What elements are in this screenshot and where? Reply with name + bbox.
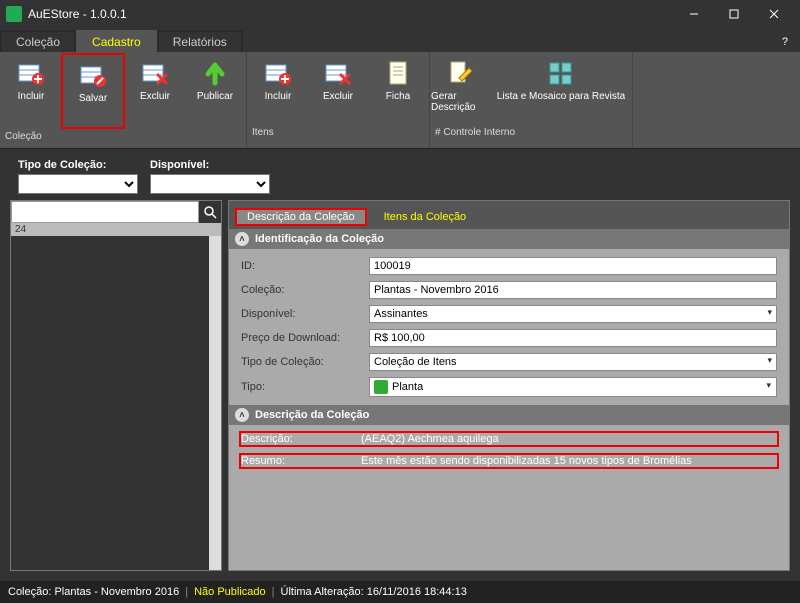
ribbon-incluir-button[interactable]: Incluir (1, 53, 61, 125)
descricao-row: Descrição: (AEAQ2) Aechmea aquilega (239, 431, 779, 447)
ribbon-button-label: Ficha (386, 91, 410, 102)
status-colecao: Coleção: Plantas - Novembro 2016 (8, 586, 179, 598)
close-button[interactable] (754, 0, 794, 28)
app-icon (6, 6, 22, 22)
ribbon-button-label: Salvar (79, 93, 107, 104)
table-x-icon (140, 59, 170, 87)
ribbon-button-label: Incluir (18, 91, 45, 102)
id-form: ID: Coleção: Disponível: Preço de Downlo… (229, 249, 789, 405)
ribbon-button-label: Excluir (140, 91, 170, 102)
ribbon-incluir-button[interactable]: Incluir (248, 53, 308, 125)
ribbon-group-label: Itens (247, 126, 429, 144)
page-icon (383, 59, 413, 87)
input-descricao[interactable]: (AEAQ2) Aechmea aquilega (361, 433, 777, 445)
result-count: 24 (11, 223, 221, 236)
select-tipo[interactable]: Planta (392, 381, 423, 393)
menu-tab-cadastro[interactable]: Cadastro (76, 30, 157, 52)
mosaic-icon (546, 59, 576, 87)
filter-disponivel-select[interactable] (150, 174, 270, 194)
chevron-up-icon: ˄ (235, 408, 249, 422)
menu-tab-bar: ColeçãoCadastroRelatórios ? (0, 28, 800, 52)
ribbon-ficha-button[interactable]: Ficha (368, 53, 428, 125)
ribbon-lista-e-mosaico-para-revista-button[interactable]: Lista e Mosaico para Revista (491, 53, 631, 125)
label-id: ID: (241, 260, 361, 272)
detail-panel: Descrição da ColeçãoItens da Coleção ˄ I… (228, 200, 790, 571)
plant-icon (374, 380, 388, 394)
label-descricao: Descrição: (241, 433, 361, 445)
filter-disponivel-label: Disponível: (150, 159, 270, 171)
ribbon-button-label: Incluir (265, 91, 292, 102)
section-header-desc[interactable]: ˄ Descrição da Coleção (229, 405, 789, 425)
status-bar: Coleção: Plantas - Novembro 2016 | Não P… (0, 581, 800, 603)
table-plus-icon (263, 59, 293, 87)
table-edit-icon (78, 61, 108, 89)
input-colecao[interactable] (369, 281, 777, 299)
section-header-id[interactable]: ˄ Identificação da Coleção (229, 229, 789, 249)
resumo-row: Resumo: Este mês estão sendo disponibili… (239, 453, 779, 469)
ribbon-publicar-button[interactable]: Publicar (185, 53, 245, 125)
search-input[interactable] (11, 201, 199, 223)
ribbon-group-label: # Controle Interno (430, 126, 632, 144)
table-plus-icon (16, 59, 46, 87)
input-preco[interactable] (369, 329, 777, 347)
scrollbar[interactable] (209, 236, 221, 570)
help-button[interactable]: ? (778, 32, 792, 52)
ribbon-group-label: Coleção (0, 130, 246, 148)
search-button[interactable] (199, 201, 221, 223)
ribbon-button-label: Gerar Descrição (431, 91, 491, 113)
label-disponivel: Disponível: (241, 308, 361, 320)
detail-content: ˄ Identificação da Coleção ID: Coleção: … (229, 229, 789, 570)
ribbon-button-label: Excluir (323, 91, 353, 102)
ribbon-excluir-button[interactable]: Excluir (308, 53, 368, 125)
input-resumo[interactable]: Este mês estão sendo disponibilizadas 15… (361, 455, 777, 467)
select-tipo-colecao[interactable] (369, 353, 777, 371)
chevron-up-icon: ˄ (235, 232, 249, 246)
ribbon-salvar-button[interactable]: Salvar (61, 53, 125, 129)
menu-tab-relatórios[interactable]: Relatórios (157, 30, 243, 52)
detail-tab-1[interactable]: Itens da Coleção (371, 208, 480, 226)
ribbon-button-label: Publicar (197, 91, 233, 102)
arrow-up-icon (200, 59, 230, 87)
minimize-button[interactable] (674, 0, 714, 28)
ribbon-button-label: Lista e Mosaico para Revista (497, 91, 625, 102)
title-bar: AuEStore - 1.0.0.1 (0, 0, 800, 28)
ribbon-toolbar: Incluir Salvar Excluir Publicar Coleção Inclu… (0, 52, 800, 149)
window-title: AuEStore - 1.0.0.1 (28, 7, 674, 21)
filter-tipo-select[interactable] (18, 174, 138, 194)
label-tipo: Tipo: (241, 381, 361, 393)
menu-tab-coleção[interactable]: Coleção (0, 30, 76, 52)
detail-tab-bar: Descrição da ColeçãoItens da Coleção (229, 201, 789, 229)
label-resumo: Resumo: (241, 455, 361, 467)
detail-tab-0[interactable]: Descrição da Coleção (235, 208, 367, 226)
app-window: AuEStore - 1.0.0.1 ColeçãoCadastroRelató… (0, 0, 800, 603)
status-publicado: Não Publicado (194, 586, 266, 598)
label-preco: Preço de Download: (241, 332, 361, 344)
filter-bar: Tipo de Coleção: Disponível: (0, 149, 800, 200)
maximize-button[interactable] (714, 0, 754, 28)
table-x-icon (323, 59, 353, 87)
select-disponivel[interactable] (369, 305, 777, 323)
page-pencil-icon (446, 59, 476, 87)
label-tipo-colecao: Tipo de Coleção: (241, 356, 361, 368)
main-body: Tipo de Coleção: Disponível: 24 Dancor -… (0, 149, 800, 581)
ribbon-excluir-button[interactable]: Excluir (125, 53, 185, 125)
filter-tipo-label: Tipo de Coleção: (18, 159, 138, 171)
label-colecao: Coleção: (241, 284, 361, 296)
input-id[interactable] (369, 257, 777, 275)
status-alteracao: Última Alteração: 16/11/2016 18:44:13 (281, 586, 467, 598)
sidebar-panel: 24 Dancor - Bombas 2016Desenhos de Agost… (10, 200, 222, 571)
ribbon-gerar-descri-o-button[interactable]: Gerar Descrição (431, 53, 491, 125)
